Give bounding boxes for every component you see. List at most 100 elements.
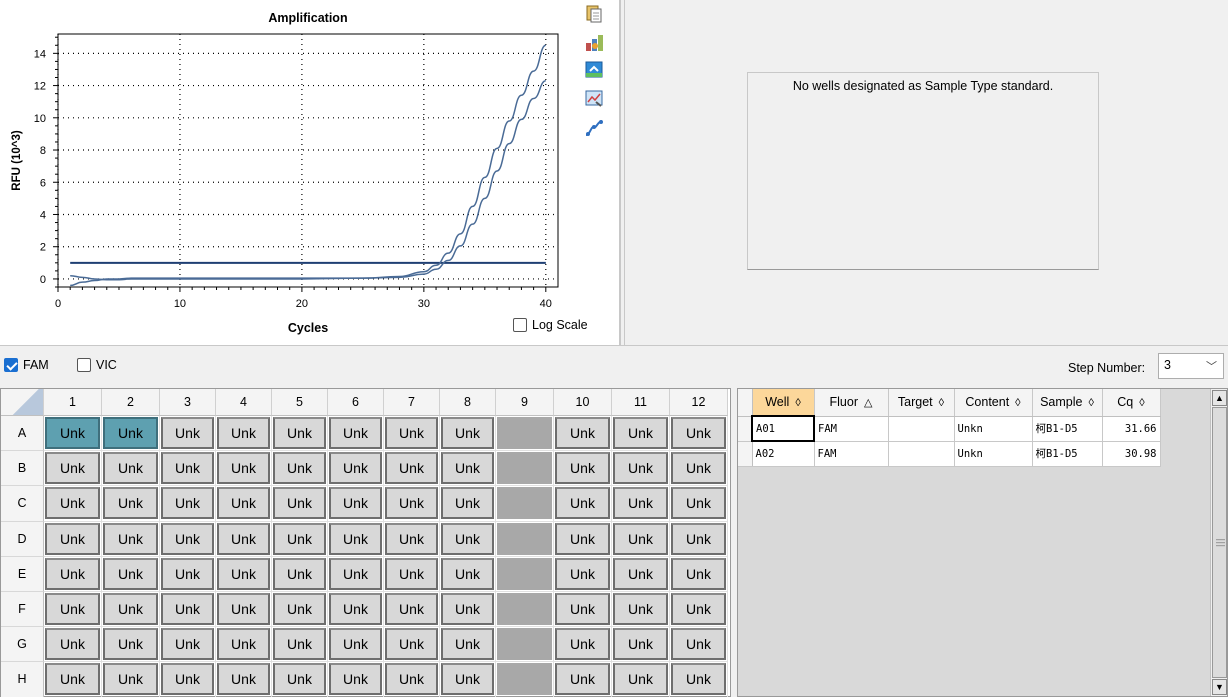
plate-well[interactable]: Unk [555,557,610,590]
plate-well[interactable]: Unk [329,417,382,450]
sort-arrow-icon[interactable]: ◊ [1088,397,1093,409]
plate-row-header[interactable]: A [1,416,44,452]
plate-well[interactable]: Unk [103,522,158,555]
results-cell-content[interactable]: Unkn [954,441,1033,467]
plate-well[interactable]: Unk [385,628,438,661]
plate-well[interactable]: Unk [217,522,270,555]
plate-well[interactable]: Unk [273,487,326,520]
plate-well[interactable]: Unk [217,593,270,626]
plate-row-header[interactable]: D [1,521,44,557]
plate-well[interactable]: Unk [273,417,326,450]
plate-well[interactable]: Unk [555,628,610,661]
plate-column-header[interactable]: 12 [670,389,728,416]
plate-well-empty[interactable] [497,628,552,661]
plate-row-header[interactable]: E [1,556,44,592]
results-column-header-content[interactable]: Content ◊ [954,389,1033,417]
results-column-header-sample[interactable]: Sample ◊ [1032,389,1103,417]
results-column-header-cq[interactable]: Cq ◊ [1102,389,1161,417]
plate-well[interactable]: Unk [385,663,438,696]
plate-well[interactable]: Unk [385,452,438,485]
table-row[interactable]: A01 FAM Unkn 柯B1-D5 31.66 [738,415,1161,442]
plate-well[interactable]: Unk [329,522,382,555]
plate-well[interactable]: Unk [103,628,158,661]
plate-well[interactable]: Unk [103,487,158,520]
chart-settings-icon[interactable] [584,88,604,108]
plate-column-header[interactable]: 11 [612,389,670,416]
results-vertical-scrollbar[interactable]: ▲ — — — ▼ [1210,389,1227,696]
plate-row-header[interactable]: C [1,486,44,522]
plate-well[interactable]: Unk [161,522,214,555]
plate-well[interactable]: Unk [273,522,326,555]
plate-column-header[interactable]: 3 [160,389,216,416]
plate-well[interactable]: Unk [385,593,438,626]
plate-corner[interactable] [1,389,44,416]
plate-well[interactable]: Unk [103,663,158,696]
plate-well[interactable]: Unk [555,593,610,626]
plate-well-empty[interactable] [497,593,552,626]
results-cell-target[interactable] [888,441,955,467]
vic-checkbox-box[interactable] [77,358,91,372]
plate-well[interactable]: Unk [671,593,726,626]
plate-well[interactable]: Unk [441,417,494,450]
plate-well[interactable]: Unk [45,628,100,661]
scroll-down-icon[interactable]: ▼ [1212,679,1227,695]
results-cell-sample[interactable]: 柯B1-D5 [1032,416,1103,442]
sort-arrow-icon[interactable]: ◊ [939,397,944,409]
plate-well[interactable]: Unk [103,452,158,485]
plate-well[interactable]: Unk [45,417,100,450]
sort-arrow-icon[interactable]: ◊ [1015,397,1020,409]
plate-well[interactable]: Unk [671,557,726,590]
plate-column-header[interactable]: 5 [272,389,328,416]
plate-well[interactable]: Unk [217,452,270,485]
results-cell-well[interactable]: A01 [751,415,815,442]
plate-well[interactable]: Unk [441,452,494,485]
plate-well[interactable]: Unk [441,487,494,520]
plate-well[interactable]: Unk [441,593,494,626]
amplification-chart[interactable]: 0 10 20 30 40 0 2 4 6 8 10 12 14 Amplification Cycles R… [0,0,612,345]
plate-well[interactable]: Unk [613,628,668,661]
results-cell-well[interactable]: A02 [752,441,815,467]
fluor-checkbox-vic[interactable]: VIC [77,358,117,372]
results-column-header-target[interactable]: Target ◊ [888,389,955,417]
plate-well[interactable]: Unk [555,417,610,450]
curve-fit-icon[interactable] [584,118,604,138]
plate-well[interactable]: Unk [441,628,494,661]
plate-column-header[interactable]: 6 [328,389,384,416]
plate-well[interactable]: Unk [161,557,214,590]
table-row[interactable]: A02 FAM Unkn 柯B1-D5 30.98 [738,441,1161,467]
plate-well[interactable]: Unk [613,593,668,626]
step-number-select[interactable]: 3 ﹀ [1158,353,1224,379]
plate-well-empty[interactable] [497,522,552,555]
plate-well-empty[interactable] [497,452,552,485]
plate-well-empty[interactable] [497,487,552,520]
plate-well[interactable]: Unk [45,452,100,485]
plate-row-header[interactable]: G [1,627,44,663]
plate-well[interactable]: Unk [441,522,494,555]
results-cell-fluor[interactable]: FAM [814,416,889,442]
sort-arrow-icon[interactable]: △ [864,397,872,409]
plate-well[interactable]: Unk [441,663,494,696]
plate-column-header[interactable]: 2 [102,389,160,416]
export-chart-icon[interactable] [584,33,604,53]
plate-well[interactable]: Unk [217,487,270,520]
results-cell-target[interactable] [888,416,955,442]
plate-well[interactable]: Unk [329,593,382,626]
plate-well[interactable]: Unk [671,487,726,520]
plate-well[interactable]: Unk [161,628,214,661]
plate-well[interactable]: Unk [555,663,610,696]
plate-well[interactable]: Unk [385,522,438,555]
plate-well[interactable]: Unk [161,593,214,626]
results-cell-content[interactable]: Unkn [954,416,1033,442]
plate-well[interactable]: Unk [555,522,610,555]
plate-well[interactable]: Unk [45,522,100,555]
plate-well-empty[interactable] [497,663,552,696]
plate-row-header[interactable]: H [1,662,44,697]
plate-well[interactable]: Unk [273,452,326,485]
plate-well[interactable]: Unk [103,593,158,626]
plate-column-header[interactable]: 4 [216,389,272,416]
plate-well[interactable]: Unk [385,417,438,450]
results-cell-cq[interactable]: 31.66 [1102,416,1161,442]
results-cell-sample[interactable]: 柯B1-D5 [1032,441,1103,467]
plate-well[interactable]: Unk [161,663,214,696]
plate-well[interactable]: Unk [671,417,726,450]
